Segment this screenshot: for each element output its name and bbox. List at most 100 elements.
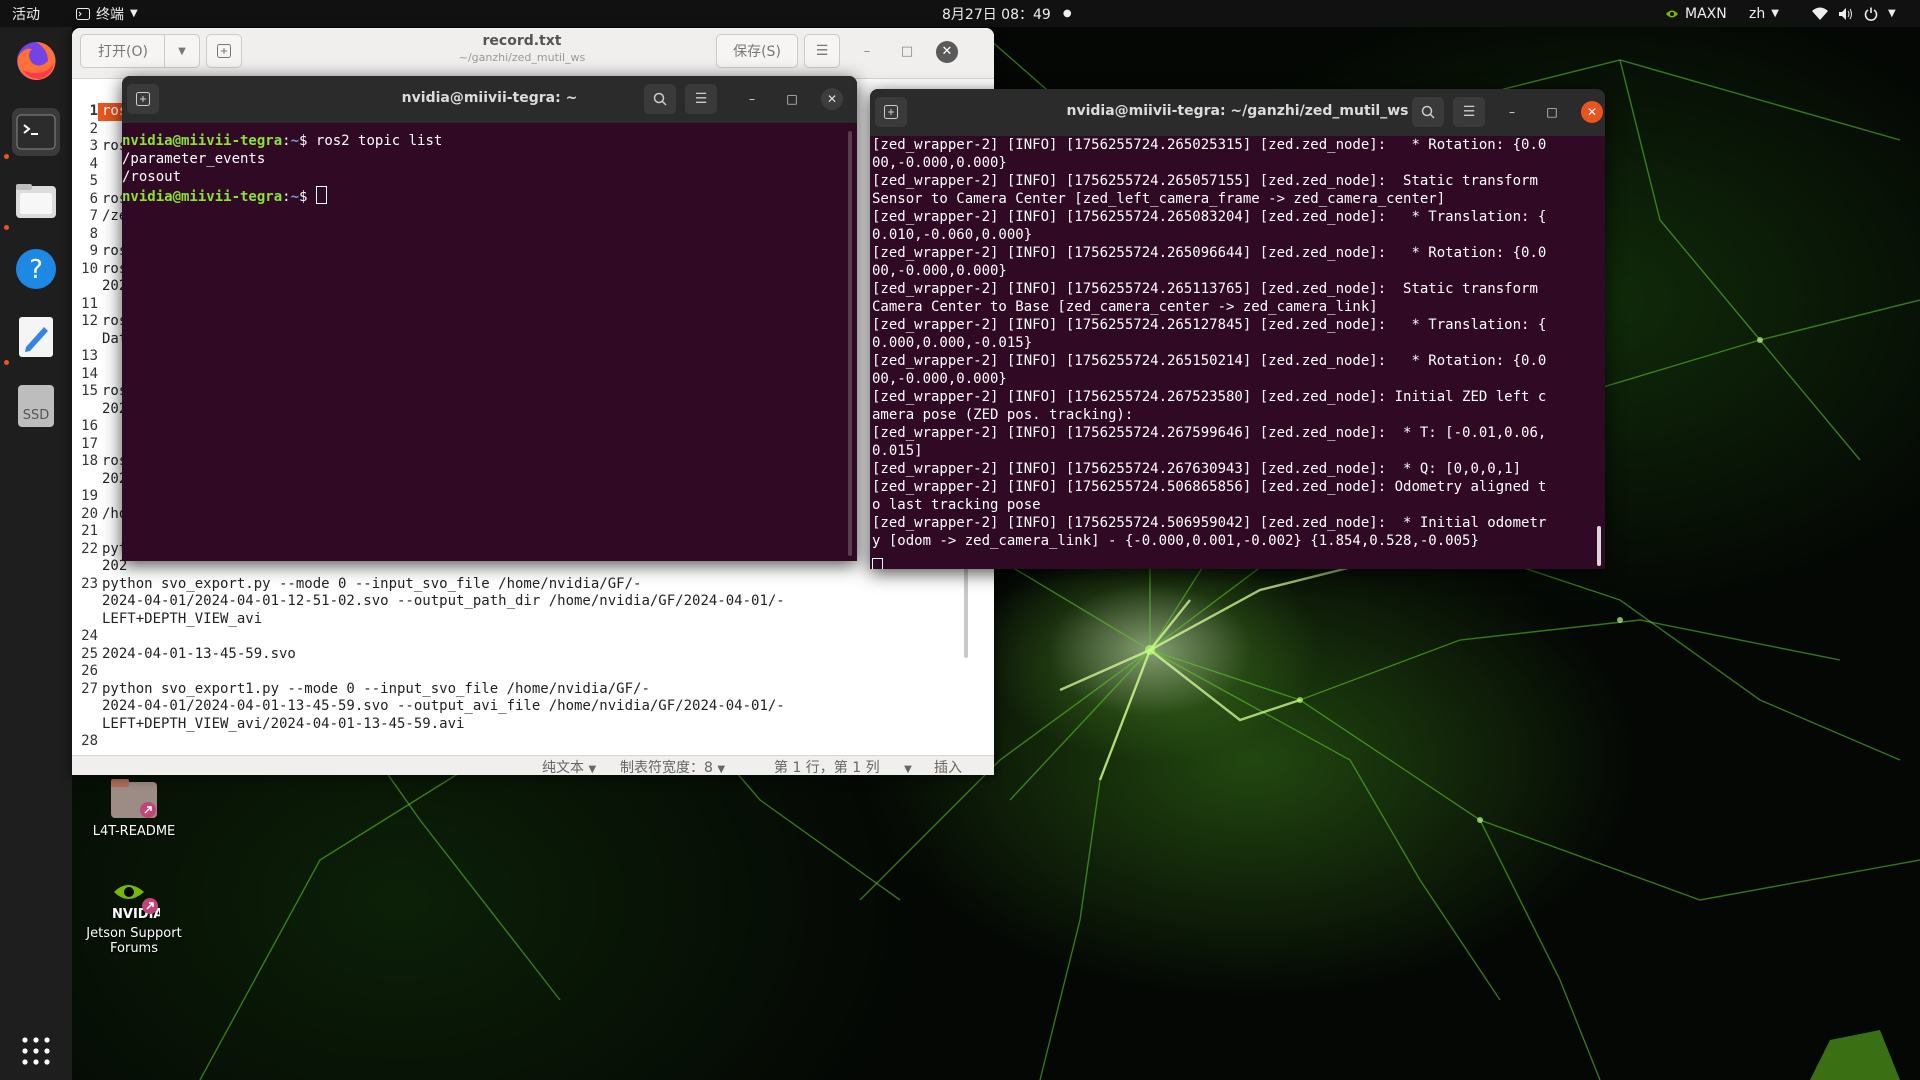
terminal-line: 0.000,0.000,-0.015} [872, 335, 1033, 351]
nvidia-link-icon: NVIDIA [112, 885, 163, 922]
folder-link-icon [111, 779, 157, 818]
cursor-position-label: 第 1 行，第 1 列 [774, 760, 880, 775]
terminal-content[interactable]: nvidia@miivii-tegra:~$ ros2 topic list /… [122, 123, 857, 561]
line-number [72, 401, 98, 419]
prompt-path: ~ [290, 133, 300, 149]
terminal-title: nvidia@miivii-tegra: ~/ganzhi/zed_mutil_… [1066, 103, 1409, 119]
search-button[interactable] [644, 84, 676, 114]
chevron-down-icon: ▼ [1888, 8, 1896, 19]
text-line: 2024-04-01/2024-04-01-13-45-59.svo --out… [102, 698, 785, 714]
terminal-line: Camera Center to Base [zed_camera_center… [872, 299, 1378, 315]
language-selector[interactable]: zh ▼ [1749, 0, 1779, 27]
prompt-separator: : [282, 189, 291, 205]
line-number: 23 [81, 575, 98, 592]
minimize-button[interactable]: – [855, 40, 879, 64]
terminal-output: [zed_wrapper-2] [INFO] [1756255724.26502… [872, 136, 1546, 550]
cursor-position-selector[interactable]: 第 1 行，第 1 列 ▼ [774, 757, 912, 775]
terminal-line: [zed_wrapper-2] [INFO] [1756255724.26511… [872, 281, 1538, 297]
volume-icon [1839, 7, 1852, 20]
prompt-user: nvidia@miivii-tegra [122, 133, 283, 149]
terminal-line: nvidia@miivii-tegra:~$ [122, 186, 442, 205]
terminal-line: [zed_wrapper-2] [INFO] [1756255724.26763… [872, 461, 1522, 477]
save-button[interactable]: 保存(S) [716, 34, 798, 68]
terminal-line: [zed_wrapper-2] [INFO] [1756255724.26759… [872, 425, 1547, 441]
language-mode-selector[interactable]: 纯文本 ▼ [542, 757, 596, 775]
dock-firefox[interactable] [12, 37, 60, 85]
close-button[interactable]: ✕ [821, 88, 843, 110]
help-icon: ? [16, 249, 56, 289]
terminal-line: Sensor to Camera Center [zed_left_camera… [872, 191, 1446, 207]
terminal-line: [zed_wrapper-2] [INFO] [1756255724.26509… [872, 245, 1547, 261]
terminal-line: [zed_wrapper-2] [INFO] [1756255724.50686… [872, 479, 1547, 495]
power-mode-indicator[interactable]: MAXN [1665, 0, 1727, 27]
dock-files[interactable] [12, 177, 60, 225]
files-icon [16, 184, 56, 218]
text-line: 2024-04-01/2024-04-01-12-51-02.svo --out… [102, 593, 785, 609]
insert-mode-indicator[interactable]: 插入 [934, 757, 962, 775]
language-label: zh [1749, 5, 1766, 22]
terminal-content[interactable]: [zed_wrapper-2] [INFO] [1756255724.26502… [870, 136, 1605, 569]
app-menu[interactable]: 终端 ▼ [76, 0, 138, 27]
terminal-line: o last tracking pose [872, 497, 1041, 513]
desktop-icon-l4t-readme[interactable]: L4T-README [64, 778, 204, 839]
power-mode-label: MAXN [1685, 5, 1727, 22]
line-number [72, 611, 98, 629]
terminal-scrollbar[interactable] [1597, 526, 1601, 566]
line-number: 2 [89, 120, 98, 137]
nvidia-icon [1666, 10, 1678, 17]
dock-help[interactable]: ? [12, 245, 60, 293]
dock-running-dot [4, 154, 9, 159]
chevron-down-icon: ▼ [717, 764, 726, 775]
chevron-down-icon: ▼ [588, 764, 597, 775]
line-number: 8 [89, 225, 98, 242]
text-line [98, 628, 978, 646]
desktop-icon-label: L4T-README [92, 824, 176, 839]
search-button[interactable] [1412, 97, 1444, 127]
close-button[interactable]: ✕ [1581, 101, 1603, 123]
hamburger-menu-button[interactable]: ☰ [804, 34, 840, 68]
minimize-button[interactable]: – [1501, 101, 1523, 123]
maximize-button[interactable]: □ [1541, 101, 1563, 123]
activities-button[interactable]: 活动 [12, 0, 40, 27]
activities-label: 活动 [12, 6, 40, 23]
line-number: 4 [89, 155, 98, 172]
clock[interactable]: 8月27日 08：49 ● [942, 0, 1072, 27]
hamburger-menu-button[interactable]: ☰ [685, 84, 717, 114]
dock-running-dot [4, 225, 9, 230]
prompt-separator: : [282, 133, 291, 149]
prompt-dollar: $ [299, 133, 316, 149]
terminal-line: [zed_wrapper-2] [INFO] [1756255724.26502… [872, 137, 1547, 153]
dock-ssd[interactable]: SSD [12, 382, 60, 430]
terminal-line: 0.010,-0.060,0.000} [872, 227, 1033, 243]
line-number: 24 [81, 628, 98, 644]
chevron-down-icon: ▼ [1771, 8, 1779, 19]
hamburger-icon: ☰ [694, 91, 708, 107]
terminal-window-home: nvidia@miivii-tegra: ~ ☰ – □ ✕ nvidia@mi… [122, 76, 857, 561]
line-number: 16 [81, 418, 98, 434]
line-number: 6 [89, 190, 98, 207]
ssd-label: SSD [22, 408, 50, 423]
search-icon [653, 92, 667, 106]
terminal-cursor [872, 558, 883, 569]
dock-text-editor[interactable] [12, 313, 60, 361]
minimize-button[interactable]: – [741, 88, 763, 110]
dock-terminal[interactable] [12, 108, 60, 156]
system-menu[interactable]: ▼ [1812, 0, 1896, 27]
close-button[interactable]: ✕ [936, 41, 958, 63]
desktop-icon-jetson-forums[interactable]: NVIDIA Jetson Support Forums [64, 876, 204, 956]
hamburger-menu-button[interactable]: ☰ [1453, 97, 1485, 127]
terminal-line: [zed_wrapper-2] [INFO] [1756255724.50695… [872, 515, 1547, 531]
prompt-dollar: $ [299, 189, 316, 205]
line-number: 12 [81, 313, 98, 329]
tab-width-selector[interactable]: 制表符宽度：8 ▼ [620, 757, 725, 775]
terminal-scrollbar[interactable] [848, 131, 852, 556]
terminal-line: /rosout [122, 169, 182, 185]
terminal-window-workspace: nvidia@miivii-tegra: ~/ganzhi/zed_mutil_… [870, 89, 1605, 569]
terminal-headerbar: nvidia@miivii-tegra: ~ ☰ – □ ✕ [122, 76, 857, 123]
maximize-button[interactable]: □ [895, 40, 919, 64]
dock: ? SSD [0, 27, 72, 1080]
text-editor-icon [19, 317, 53, 357]
terminal-command: ros2 topic list [315, 133, 443, 149]
maximize-button[interactable]: □ [781, 88, 803, 110]
show-apps-button[interactable] [12, 1027, 60, 1075]
